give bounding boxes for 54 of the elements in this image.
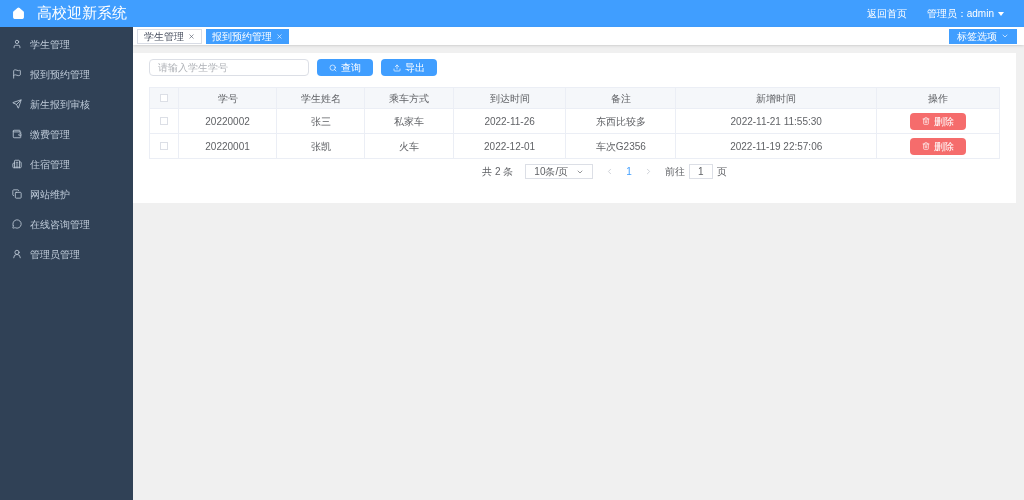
sidebar-item[interactable]: 学生管理 <box>0 29 133 59</box>
table-cell: 车次G2356 <box>565 133 676 159</box>
search-icon <box>329 63 337 72</box>
sidebar-item[interactable]: 新生报到审核 <box>0 89 133 119</box>
column-header: 操作 <box>876 87 1000 109</box>
flag-icon <box>12 69 22 79</box>
table-cell: 2022-11-19 22:57:06 <box>675 133 877 159</box>
table-cell: 私家车 <box>365 108 454 134</box>
send-icon <box>12 99 22 109</box>
page-suffix: 页 <box>716 165 727 179</box>
column-header: 乘车方式 <box>365 87 454 109</box>
person-icon <box>12 249 22 259</box>
column-header: 学号 <box>178 87 277 109</box>
column-header: 到达时间 <box>453 87 566 109</box>
caret-icon <box>998 11 1004 16</box>
chat-icon <box>12 219 22 229</box>
column-header: 备注 <box>565 87 676 109</box>
table-cell: 2022-11-26 <box>453 108 566 134</box>
column-header: 新增时间 <box>675 87 877 109</box>
sidebar-item[interactable]: 在线咨询管理 <box>0 209 133 239</box>
table-cell: 20220001 <box>178 133 277 159</box>
goto-label: 前往 <box>664 165 685 179</box>
table-cell: 2022-12-01 <box>453 133 566 159</box>
search-field[interactable]: 请输入学生学号 <box>149 59 309 76</box>
sidebar-item[interactable]: 报到预约管理 <box>0 59 133 89</box>
total-count: 共 2 条 <box>482 165 514 179</box>
table-cell: 火车 <box>365 133 454 159</box>
table-cell: 20220002 <box>178 108 277 134</box>
sidebar-item[interactable]: 缴费管理 <box>0 119 133 149</box>
copy-icon <box>12 189 22 199</box>
page-field[interactable]: 1 <box>688 164 713 179</box>
wallet-icon <box>12 129 22 139</box>
upload-icon <box>393 63 401 72</box>
home-icon[interactable] <box>12 7 25 20</box>
sidebar-item[interactable]: 住宿管理 <box>0 149 133 179</box>
building-icon <box>12 159 22 169</box>
user-icon <box>12 39 22 49</box>
sidebar-item[interactable]: 网站维护 <box>0 179 133 209</box>
row-checkbox[interactable] <box>160 141 168 150</box>
chevron-down-icon <box>1001 32 1009 40</box>
select-all-checkbox[interactable] <box>160 93 168 102</box>
column-header: 学生姓名 <box>276 87 365 109</box>
row-checkbox[interactable] <box>160 116 168 125</box>
sidebar-item[interactable]: 管理员管理 <box>0 239 133 269</box>
page-size-select[interactable]: 10条/页 <box>525 164 594 179</box>
table-cell: 2022-11-21 11:55:30 <box>675 108 877 134</box>
close-icon[interactable] <box>188 32 195 40</box>
trash-icon <box>922 117 931 125</box>
table-cell: 张三 <box>276 108 365 134</box>
page-tab[interactable]: 学生管理 <box>137 28 202 44</box>
table-cell: 张凯 <box>276 133 365 159</box>
table-cell: 东西比较多 <box>565 108 676 134</box>
trash-icon <box>922 142 931 150</box>
app-title: 高校迎新系统 <box>37 3 127 24</box>
